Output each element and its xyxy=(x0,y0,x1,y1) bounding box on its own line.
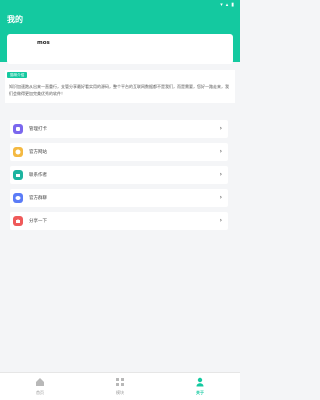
chevron-right-icon: › xyxy=(219,194,222,201)
menu-item-share[interactable]: 分享一下 › xyxy=(10,212,228,230)
username: mos xyxy=(37,40,50,46)
menu-list: 管理打卡 › 官方网站 › 联系作者 › 官方群聊 › 分享一下 › xyxy=(0,111,240,237)
battery-icon: ▮ xyxy=(231,2,234,8)
nav-item-home[interactable]: 首页 xyxy=(20,377,60,399)
intro-description: 知识加速跑从出来一直重行，支管分享最好看实用的源码，整个平台的互联网数据都不是我… xyxy=(9,84,229,96)
profile-card[interactable]: mos xyxy=(7,34,233,64)
wifi-icon: ▾ xyxy=(220,2,223,8)
intro-tag: 猫咪介绍 xyxy=(7,72,28,78)
chevron-right-icon: › xyxy=(219,148,222,155)
chevron-right-icon: › xyxy=(219,217,222,224)
menu-label: 分享一下 xyxy=(29,219,47,224)
page-title: 我的 xyxy=(7,15,23,24)
menu-item-manage[interactable]: 管理打卡 › xyxy=(10,120,228,138)
user-icon xyxy=(195,377,205,387)
status-bar: ▾ ▴ ▮ xyxy=(0,0,240,10)
menu-item-group-chat[interactable]: 官方群聊 › xyxy=(10,189,228,207)
home-icon xyxy=(35,377,45,387)
intro-card: 猫咪介绍 知识加速跑从出来一直重行，支管分享最好看实用的源码，整个平台的互联网数… xyxy=(5,70,235,103)
group-chat-icon xyxy=(13,193,23,203)
menu-label: 官方群聊 xyxy=(29,196,47,201)
nav-label: 模块 xyxy=(116,390,124,395)
contact-icon xyxy=(13,170,23,180)
nav-item-about[interactable]: 关于 xyxy=(180,377,220,399)
signal-icon: ▴ xyxy=(225,2,229,8)
menu-item-website[interactable]: 官方网站 › xyxy=(10,143,228,161)
title-bar: 我的 xyxy=(0,10,240,30)
menu-label: 联系作者 xyxy=(29,173,47,178)
menu-item-contact[interactable]: 联系作者 › xyxy=(10,166,228,184)
share-icon xyxy=(13,216,23,226)
bottom-nav: 首页 模块 关于 xyxy=(0,372,240,400)
menu-label: 管理打卡 xyxy=(29,127,47,132)
chevron-right-icon: › xyxy=(219,125,222,132)
menu-label: 官方网站 xyxy=(29,150,47,155)
grid-icon xyxy=(115,377,125,387)
user-manage-icon xyxy=(13,124,23,134)
nav-label: 首页 xyxy=(36,390,44,395)
nav-label: 关于 xyxy=(196,390,204,395)
nav-item-modules[interactable]: 模块 xyxy=(100,377,140,399)
website-icon xyxy=(13,147,23,157)
chevron-right-icon: › xyxy=(219,171,222,178)
